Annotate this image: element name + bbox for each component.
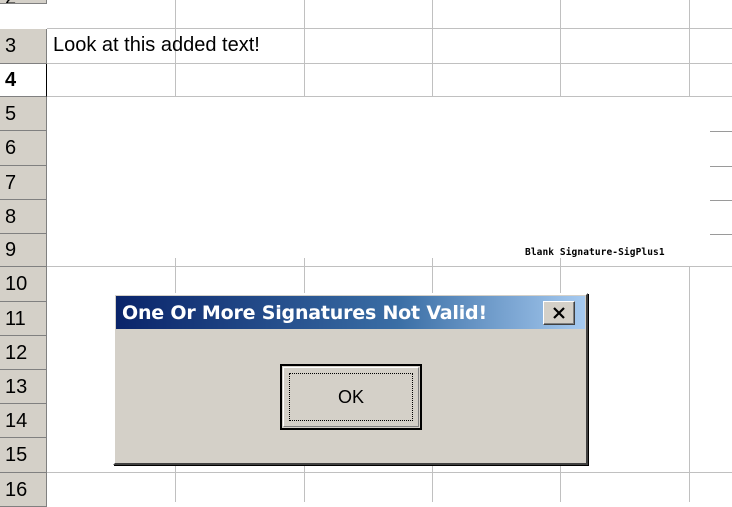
gridline bbox=[710, 166, 732, 167]
dialog-titlebar[interactable]: One Or More Signatures Not Valid! bbox=[116, 296, 585, 329]
row-header-14[interactable]: 14 bbox=[0, 404, 47, 438]
gridline bbox=[304, 0, 305, 97]
row-header-4[interactable]: 4 bbox=[0, 64, 47, 97]
gridline bbox=[689, 266, 690, 502]
gridline bbox=[47, 63, 732, 64]
gridline bbox=[432, 0, 433, 97]
gridline bbox=[47, 472, 732, 473]
gridline bbox=[710, 234, 732, 235]
row-header-11[interactable]: 11 bbox=[0, 302, 47, 336]
dialog-title: One Or More Signatures Not Valid! bbox=[122, 301, 487, 324]
close-icon bbox=[553, 307, 565, 319]
row-header-10[interactable]: 10 bbox=[0, 267, 47, 302]
row-header-15[interactable]: 15 bbox=[0, 438, 47, 473]
gridline bbox=[47, 96, 732, 97]
ok-button-label: OK bbox=[289, 373, 413, 421]
signature-box-label[interactable]: Blank Signature-SigPlus1 bbox=[525, 247, 665, 258]
row-header-5[interactable]: 5 bbox=[0, 97, 47, 131]
gridline bbox=[47, 28, 732, 29]
row-header-13[interactable]: 13 bbox=[0, 370, 47, 404]
cell-a3[interactable]: Look at this added text! bbox=[53, 34, 260, 57]
signature-warning-dialog: One Or More Signatures Not Valid! OK bbox=[113, 293, 588, 465]
gridline bbox=[689, 0, 690, 97]
gridline bbox=[47, 266, 732, 267]
row-header-7[interactable]: 7 bbox=[0, 166, 47, 200]
row-header-12[interactable]: 12 bbox=[0, 336, 47, 370]
gridline bbox=[710, 131, 732, 132]
row-header-3[interactable]: 3 bbox=[0, 29, 47, 64]
ok-button-bevel: OK bbox=[283, 367, 419, 427]
gridline bbox=[710, 200, 732, 201]
ok-button[interactable]: OK bbox=[280, 364, 422, 430]
row-header-9[interactable]: 9 bbox=[0, 234, 47, 267]
gridline bbox=[560, 0, 561, 97]
row-header-2[interactable]: 2 bbox=[0, 0, 47, 4]
row-header-8[interactable]: 8 bbox=[0, 200, 47, 234]
row-header-6[interactable]: 6 bbox=[0, 131, 47, 166]
close-button[interactable] bbox=[543, 301, 575, 325]
